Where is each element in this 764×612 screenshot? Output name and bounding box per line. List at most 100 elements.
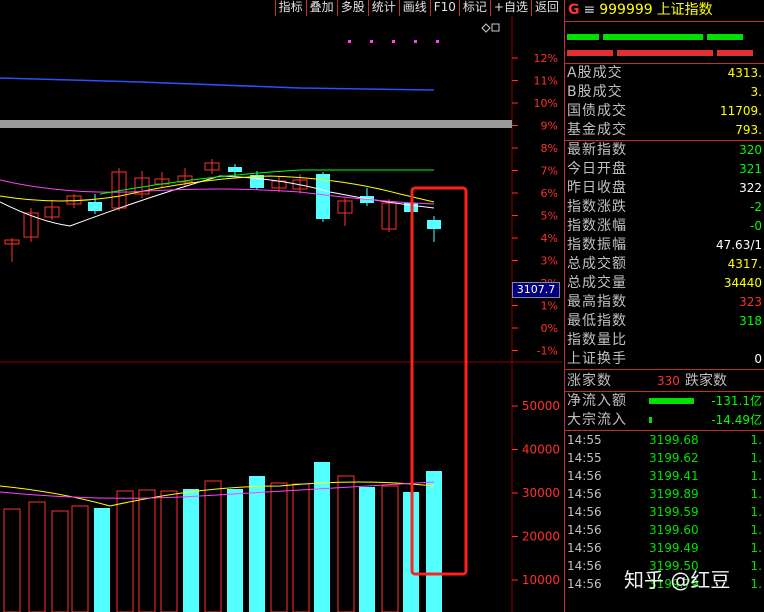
toolbar-item[interactable]: 叠加 xyxy=(305,0,337,16)
stat-label: 昨日收盘 xyxy=(567,180,627,196)
square-icon[interactable] xyxy=(491,23,500,32)
turnover-stats: A股成交 4313. B股成交 3. 国债成交 11709. 基金成交 793. xyxy=(565,64,764,141)
stat-value: 320 xyxy=(739,143,762,157)
tick-volume: 1. xyxy=(750,541,762,555)
pct-label: 7% xyxy=(541,165,558,178)
tick-price: 3199.60 xyxy=(649,523,699,537)
tick-volume: 1. xyxy=(750,559,762,573)
kline-chart[interactable]: 12%11%10%9%8%7%6%5%4%3%2%1%0%-1%50000400… xyxy=(0,16,562,612)
stat-label: 基金成交 xyxy=(567,122,627,138)
tick-volume: 1. xyxy=(750,433,762,447)
volume-bar xyxy=(51,510,69,612)
toolbar-item[interactable]: +自选 xyxy=(489,0,531,16)
stat-row: 今日开盘 321 xyxy=(565,160,764,179)
stat-label: 最新指数 xyxy=(567,142,627,158)
stat-value: 323 xyxy=(739,295,762,309)
toolbar-item[interactable]: F10 xyxy=(429,0,459,16)
chart-toolbar: 指标 叠加 多股 统计 画线 F10 标记 +自选 返回 xyxy=(0,0,562,16)
diamond-icon[interactable] xyxy=(481,23,491,33)
stat-row: 指数量比 xyxy=(565,331,764,350)
flow-label: 净流入额 xyxy=(567,393,627,409)
volume-bar xyxy=(249,476,265,612)
volume-bar xyxy=(359,487,375,612)
stat-label: 指数量比 xyxy=(567,332,627,348)
tick-time: 14:56 xyxy=(567,505,602,519)
stat-label: 最高指数 xyxy=(567,294,627,310)
volume-bar xyxy=(227,489,243,612)
tick-price: 3199.59 xyxy=(649,505,699,519)
vol-label: 30000 xyxy=(522,486,560,500)
down-count-label: 跌家数 xyxy=(685,373,727,389)
menu-icon[interactable]: ≡ xyxy=(584,2,596,18)
stat-label: A股成交 xyxy=(567,65,623,81)
flow-row: 净流入额 -131.1亿 xyxy=(565,392,764,411)
tick-volume: 1. xyxy=(750,505,762,519)
stat-label: 今日开盘 xyxy=(567,161,627,177)
tick-time: 14:56 xyxy=(567,577,602,591)
candle-body xyxy=(427,220,441,229)
index-code: 999999 xyxy=(599,2,653,18)
volume-bar xyxy=(94,508,110,612)
vol-label: 20000 xyxy=(522,530,560,544)
stat-row: 指数涨跌 -2 xyxy=(565,198,764,217)
toolbar-item[interactable]: 画线 xyxy=(398,0,430,16)
stat-row: 国债成交 11709. xyxy=(565,102,764,121)
tick-row: 14:56 3199.49 1. xyxy=(565,539,764,557)
volume-bar xyxy=(270,482,288,612)
stat-row: B股成交 3. xyxy=(565,83,764,102)
tick-time: 14:56 xyxy=(567,469,602,483)
vol-label: 50000 xyxy=(522,399,560,413)
tick-volume: 1. xyxy=(750,451,762,465)
tick-row: 14:56 3199.59 1. xyxy=(565,503,764,521)
kline-chart-area[interactable]: 12%11%10%9%8%7%6%5%4%3%2%1%0%-1%50000400… xyxy=(0,16,562,612)
marker-dot xyxy=(392,40,395,43)
toolbar-item[interactable]: 多股 xyxy=(336,0,368,16)
stat-label: 国债成交 xyxy=(567,103,627,119)
volume-bar xyxy=(160,490,178,612)
marker-dot xyxy=(414,40,417,43)
toolbar-item[interactable]: 统计 xyxy=(367,0,399,16)
volume-bar xyxy=(138,489,156,612)
toolbar-item[interactable]: 返回 xyxy=(530,0,562,16)
stat-row: 指数涨幅 -0 xyxy=(565,217,764,236)
gray-band xyxy=(0,120,512,128)
toolbar-item[interactable]: 指标 xyxy=(274,0,306,16)
stat-value: 4313. xyxy=(727,66,762,80)
tick-row: 14:55 3199.68 1. xyxy=(565,431,764,449)
stat-label: 指数涨幅 xyxy=(567,218,627,234)
stat-row: 上证换手 0 xyxy=(565,350,764,369)
current-price-label: 3107.7 xyxy=(512,282,560,298)
stat-row: 昨日收盘 322 xyxy=(565,179,764,198)
flow-bar xyxy=(649,417,652,423)
volume-bar xyxy=(28,501,46,612)
stat-label: 总成交额 xyxy=(567,256,627,272)
stat-row: 最低指数 318 xyxy=(565,312,764,331)
tick-volume: 1. xyxy=(750,469,762,483)
stat-value: 322 xyxy=(739,181,762,195)
tick-volume: 1. xyxy=(750,487,762,501)
pct-label: 3% xyxy=(541,255,558,268)
index-stats: 最新指数 320 今日开盘 321 昨日收盘 322 指数涨跌 -2 指数涨幅 -0 指数振幅 47.… xyxy=(565,141,764,370)
stat-label: 指数涨跌 xyxy=(567,199,627,215)
blue-line xyxy=(0,77,435,91)
panel-title: G ≡ 999999 上证指数 xyxy=(565,0,764,22)
tick-time: 14:56 xyxy=(567,523,602,537)
volume-bar xyxy=(292,483,310,612)
up-count: 330 xyxy=(657,374,680,388)
marker-dot xyxy=(348,40,351,43)
tick-row: 14:56 3199.89 1. xyxy=(565,485,764,503)
pct-label: 6% xyxy=(541,187,558,200)
up-count-label: 涨家数 xyxy=(567,373,612,389)
stat-label: 指数振幅 xyxy=(567,237,627,253)
stat-value: 47.63/1 xyxy=(715,238,762,252)
volume-bar xyxy=(183,489,199,612)
stat-row: 总成交量 34440 xyxy=(565,274,764,293)
tick-volume: 1. xyxy=(750,577,762,591)
tick-row: 14:56 3199.60 1. xyxy=(565,521,764,539)
flow-row: 大宗流入 -14.49亿 xyxy=(565,411,764,430)
flow-value: -14.49亿 xyxy=(711,413,762,427)
tick-time: 14:56 xyxy=(567,541,602,555)
marker-dot xyxy=(436,40,439,43)
stat-value: 3. xyxy=(750,85,762,99)
toolbar-item[interactable]: 标记 xyxy=(458,0,490,16)
